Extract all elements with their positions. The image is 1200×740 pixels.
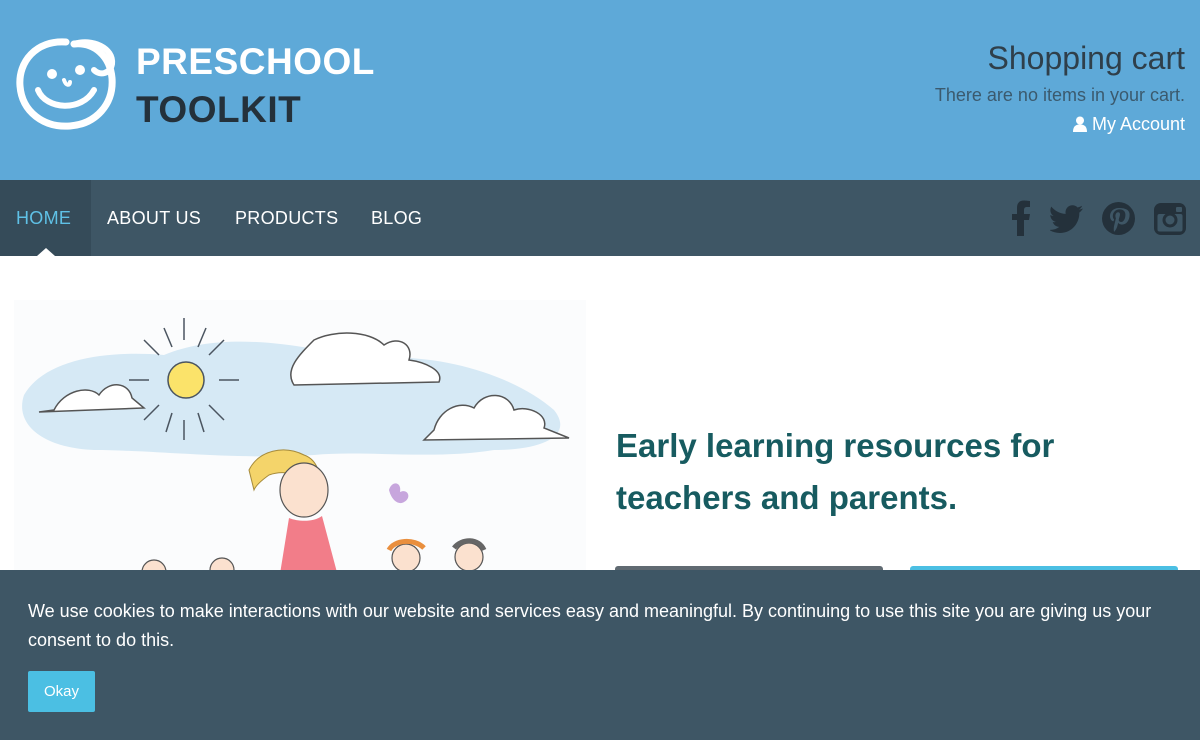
nav-item-products[interactable]: PRODUCTS	[235, 180, 338, 256]
hero-tagline: Early learning resources for teachers an…	[616, 427, 1055, 516]
twitter-icon[interactable]	[1050, 205, 1084, 233]
instagram-icon[interactable]	[1154, 203, 1186, 235]
brand-name[interactable]: PRESCHOOL TOOLKIT	[136, 38, 375, 134]
okay-button[interactable]: Okay	[28, 671, 95, 712]
nav-item-blog[interactable]: BLOG	[371, 180, 422, 256]
user-icon	[1072, 116, 1087, 132]
site-header: PRESCHOOL TOOLKIT Shopping cart There ar…	[0, 0, 1200, 180]
facebook-icon[interactable]	[1010, 200, 1032, 236]
my-account-link[interactable]: My Account	[1072, 111, 1185, 137]
nav-item-home[interactable]: HOME	[0, 180, 91, 256]
cookie-banner: We use cookies to make interactions with…	[0, 570, 1200, 740]
nav-item-about-us[interactable]: ABOUT US	[107, 180, 201, 256]
cart-status: There are no items in your cart.	[934, 85, 1185, 105]
shopping-cart-panel: Shopping cart There are no items in your…	[935, 38, 1185, 137]
cookie-message: We use cookies to make interactions with…	[28, 601, 1152, 650]
pinterest-icon[interactable]	[1102, 202, 1135, 235]
hero-illustration	[14, 300, 586, 580]
smiley-logo-icon[interactable]	[14, 34, 120, 132]
my-account-label: My Account	[1091, 114, 1185, 134]
cart-title: Shopping cart	[987, 40, 1185, 76]
brand-line-1: PRESCHOOL	[136, 41, 375, 82]
brand-line-2: TOOLKIT	[136, 89, 302, 130]
